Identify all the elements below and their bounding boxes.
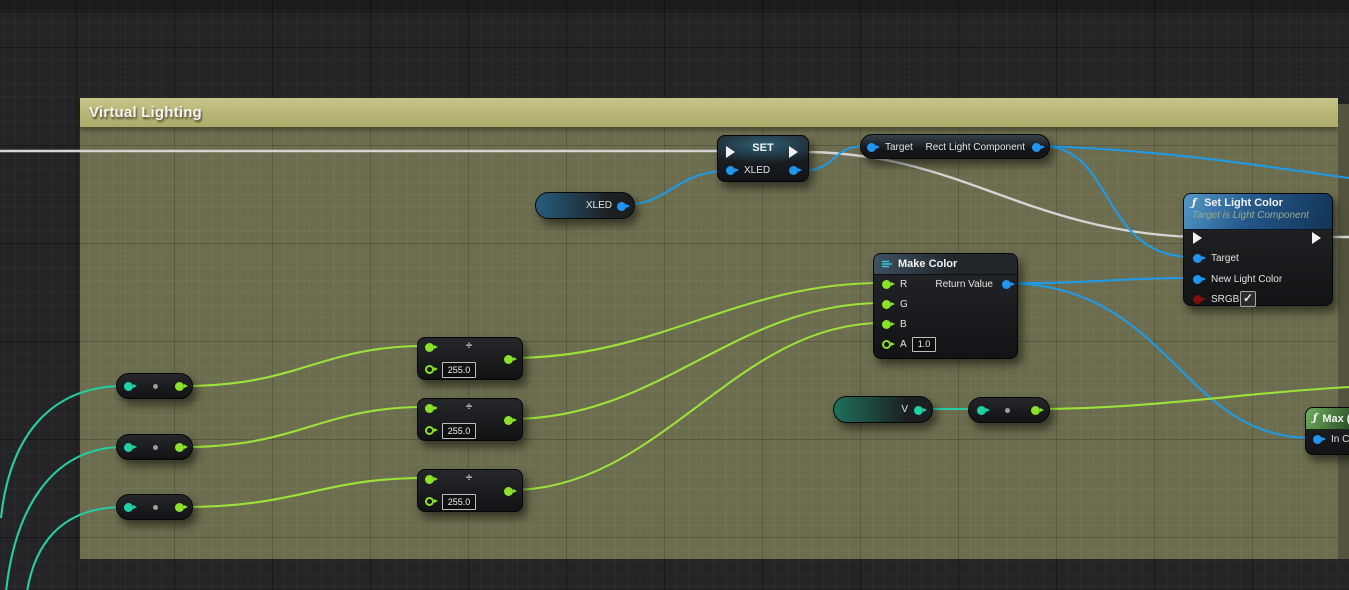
float-output-pin[interactable] bbox=[175, 382, 184, 391]
srgb-pin-label: SRGB bbox=[1211, 294, 1239, 305]
result-output-pin[interactable] bbox=[504, 416, 513, 425]
float-output-pin[interactable] bbox=[175, 503, 184, 512]
divisor-value-field[interactable]: 255.0 bbox=[442, 423, 476, 439]
in-color-input-pin[interactable] bbox=[1313, 435, 1322, 444]
byte-input-pin[interactable] bbox=[977, 406, 986, 415]
comment-edge-strip bbox=[1338, 104, 1349, 559]
rect-light-output-pin[interactable] bbox=[1032, 143, 1041, 152]
node-title: Max ( bbox=[1322, 413, 1349, 425]
divisor-value-field[interactable]: 255.0 bbox=[442, 362, 476, 378]
node-header: ƒ Max ( bbox=[1306, 408, 1349, 430]
srgb-checkbox[interactable]: ✓ bbox=[1240, 291, 1256, 307]
node-divide-3[interactable]: ÷ 255.0 bbox=[417, 469, 523, 512]
return-value-label: Return Value bbox=[935, 279, 993, 290]
xled-pin-label: XLED bbox=[744, 165, 770, 176]
node-header: ƒ Set Light Color Target is Light Compon… bbox=[1184, 194, 1332, 230]
comment-title: Virtual Lighting bbox=[89, 104, 202, 121]
divisor-value-field[interactable]: 255.0 bbox=[442, 494, 476, 510]
node-set-xled[interactable]: SET XLED bbox=[717, 135, 809, 182]
divide-operator-icon: ÷ bbox=[466, 340, 472, 352]
conversion-dot-icon bbox=[1005, 408, 1010, 413]
float-output-pin[interactable] bbox=[1031, 406, 1040, 415]
srgb-input-pin[interactable] bbox=[1193, 295, 1202, 304]
target-pin-label: Target bbox=[1211, 253, 1239, 264]
variable-label: V bbox=[901, 404, 908, 415]
node-make-color[interactable]: Make Color R G B A 1.0 Return Value bbox=[873, 253, 1018, 359]
make-struct-icon bbox=[881, 259, 893, 269]
comment-header[interactable]: Virtual Lighting bbox=[80, 98, 1338, 127]
node-header: Make Color bbox=[874, 254, 1017, 275]
new-light-color-pin-label: New Light Color bbox=[1211, 274, 1282, 285]
xled-output-pin[interactable] bbox=[789, 166, 798, 175]
xled-getter-output-pin[interactable] bbox=[617, 202, 626, 211]
exec-out-pin[interactable] bbox=[789, 146, 798, 158]
xled-input-pin[interactable] bbox=[726, 166, 735, 175]
new-light-color-input-pin[interactable] bbox=[1193, 275, 1202, 284]
v-getter-output-pin[interactable] bbox=[914, 406, 923, 415]
dividend-input-pin[interactable] bbox=[425, 475, 434, 484]
output-pin-label: Rect Light Component bbox=[925, 142, 1025, 153]
r-pin-label: R bbox=[900, 279, 907, 290]
divisor-input-pin[interactable] bbox=[425, 497, 434, 506]
a-value-field[interactable]: 1.0 bbox=[912, 337, 936, 352]
comment-box-virtual-lighting: Virtual Lighting bbox=[80, 98, 1338, 559]
byte-input-pin[interactable] bbox=[124, 382, 133, 391]
divisor-input-pin[interactable] bbox=[425, 426, 434, 435]
node-get-v[interactable]: V bbox=[833, 396, 933, 423]
conversion-dot-icon bbox=[153, 384, 158, 389]
node-max[interactable]: ƒ Max ( In Col bbox=[1305, 407, 1349, 455]
node-conversion-3[interactable] bbox=[116, 494, 193, 520]
grid-shade-band bbox=[0, 0, 1349, 13]
node-subtitle: Target is Light Component bbox=[1192, 210, 1324, 221]
target-input-pin[interactable] bbox=[867, 143, 876, 152]
node-get-rect-light-component[interactable]: Target Rect Light Component bbox=[860, 134, 1050, 159]
node-get-xled[interactable]: XLED bbox=[535, 192, 635, 219]
return-value-output-pin[interactable] bbox=[1002, 280, 1011, 289]
node-conversion-4[interactable] bbox=[968, 397, 1050, 423]
byte-input-pin[interactable] bbox=[124, 503, 133, 512]
byte-input-pin[interactable] bbox=[124, 443, 133, 452]
variable-label: XLED bbox=[586, 200, 612, 211]
g-input-pin[interactable] bbox=[882, 300, 891, 309]
node-set-light-color[interactable]: ƒ Set Light Color Target is Light Compon… bbox=[1183, 193, 1333, 306]
node-title: Set Light Color bbox=[1204, 197, 1283, 209]
node-divide-2[interactable]: ÷ 255.0 bbox=[417, 398, 523, 441]
target-input-pin[interactable] bbox=[1193, 254, 1202, 263]
node-conversion-1[interactable] bbox=[116, 373, 193, 399]
r-input-pin[interactable] bbox=[882, 280, 891, 289]
node-title: Make Color bbox=[898, 258, 957, 270]
dividend-input-pin[interactable] bbox=[425, 404, 434, 413]
dividend-input-pin[interactable] bbox=[425, 343, 434, 352]
function-icon: ƒ bbox=[1192, 198, 1196, 209]
divide-operator-icon: ÷ bbox=[466, 401, 472, 413]
exec-in-pin[interactable] bbox=[1193, 232, 1202, 244]
b-input-pin[interactable] bbox=[882, 320, 891, 329]
exec-out-pin[interactable] bbox=[1312, 232, 1321, 244]
divisor-input-pin[interactable] bbox=[425, 365, 434, 374]
float-output-pin[interactable] bbox=[175, 443, 184, 452]
b-pin-label: B bbox=[900, 319, 907, 330]
node-conversion-2[interactable] bbox=[116, 434, 193, 460]
node-divide-1[interactable]: ÷ 255.0 bbox=[417, 337, 523, 380]
blueprint-graph-canvas[interactable]: Virtual Lighting SET XLED XLED bbox=[0, 0, 1349, 590]
in-color-pin-label: In Col bbox=[1331, 434, 1349, 445]
conversion-dot-icon bbox=[153, 445, 158, 450]
a-input-pin[interactable] bbox=[882, 340, 891, 349]
a-pin-label: A bbox=[900, 339, 907, 350]
result-output-pin[interactable] bbox=[504, 355, 513, 364]
target-pin-label: Target bbox=[885, 142, 913, 153]
divide-operator-icon: ÷ bbox=[466, 472, 472, 484]
conversion-dot-icon bbox=[153, 505, 158, 510]
function-icon: ƒ bbox=[1313, 413, 1317, 424]
g-pin-label: G bbox=[900, 299, 908, 310]
comment-body[interactable] bbox=[80, 127, 1338, 559]
result-output-pin[interactable] bbox=[504, 487, 513, 496]
